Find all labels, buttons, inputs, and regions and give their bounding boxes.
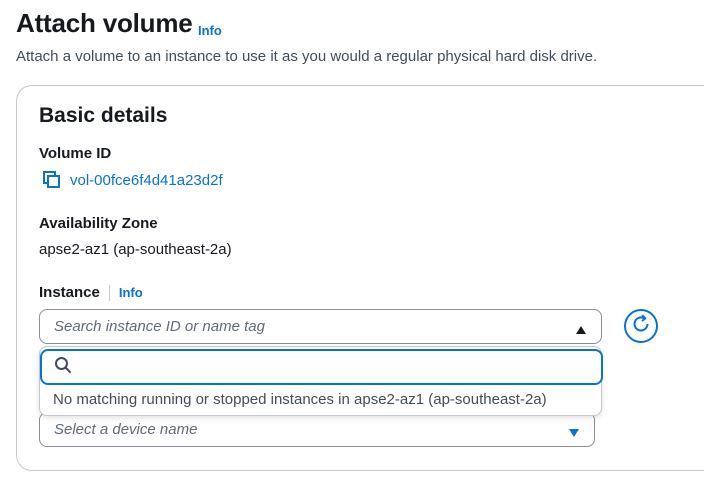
volume-id-row: vol-00fce6f4d41a23d2f: [42, 170, 223, 190]
refresh-icon: [630, 313, 652, 340]
volume-id-link[interactable]: vol-00fce6f4d41a23d2f: [70, 172, 223, 189]
card-title: Basic details: [39, 104, 168, 127]
caret-up-icon: [575, 322, 587, 334]
volume-id-label: Volume ID: [39, 145, 112, 162]
page-title: Attach volume: [16, 8, 193, 38]
device-name-select[interactable]: Select a device name: [39, 412, 595, 447]
header-info-link[interactable]: Info: [198, 23, 222, 38]
instance-search-box[interactable]: [40, 349, 603, 385]
instance-label: Instance: [39, 284, 100, 301]
instance-dropdown: No matching running or stopped instances…: [39, 346, 603, 416]
dropdown-empty-message: No matching running or stopped instances…: [53, 391, 547, 408]
instance-info-link[interactable]: Info: [119, 285, 143, 300]
instance-search-input[interactable]: [82, 358, 589, 376]
availability-zone-value: apse2-az1 (ap-southeast-2a): [39, 241, 232, 258]
caret-down-icon: [568, 425, 580, 437]
search-icon: [54, 356, 72, 379]
page-description: Attach a volume to an instance to use it…: [16, 48, 598, 65]
refresh-button[interactable]: [624, 309, 658, 343]
instance-select[interactable]: Search instance ID or name tag: [39, 309, 602, 344]
instance-label-row: Instance Info: [39, 284, 143, 301]
instance-select-placeholder: Search instance ID or name tag: [54, 318, 265, 335]
copy-icon[interactable]: [42, 170, 62, 190]
device-select-placeholder: Select a device name: [54, 421, 198, 438]
attach-volume-page: Attach volume Info Attach a volume to an…: [0, 0, 704, 477]
label-separator: [108, 284, 110, 301]
availability-zone-label: Availability Zone: [39, 215, 158, 232]
